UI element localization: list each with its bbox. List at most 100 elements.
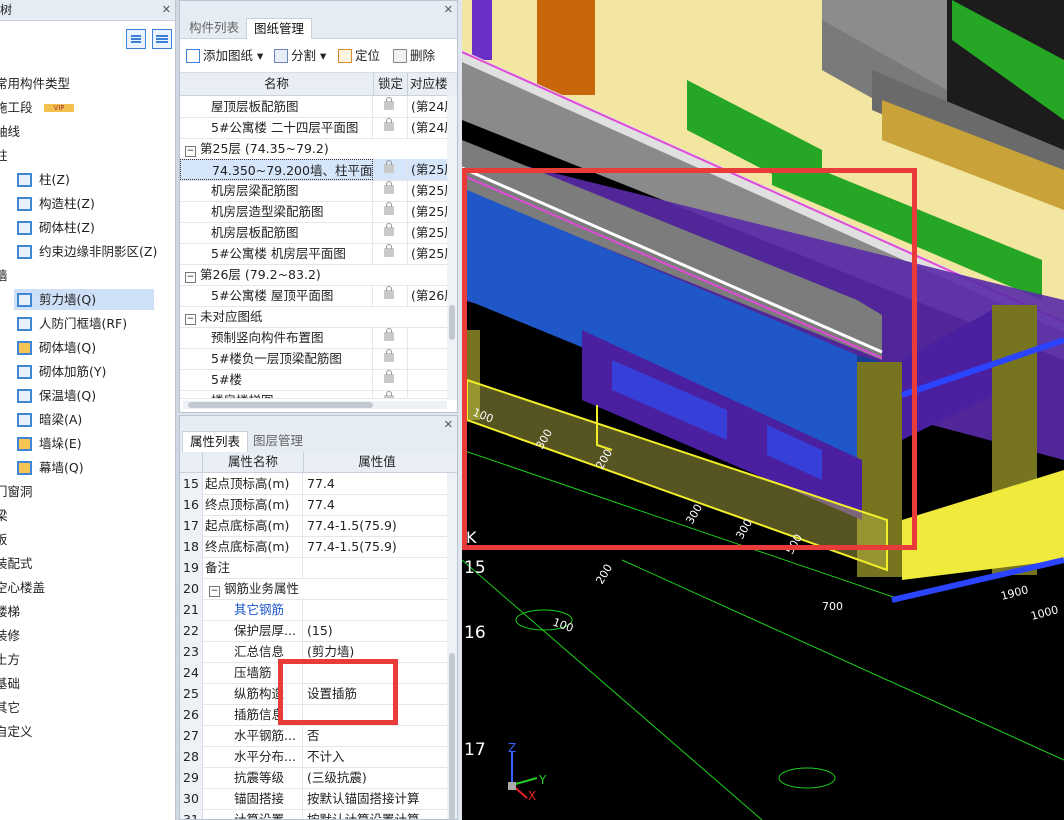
property-row[interactable]: 20− 钢筋业务属性 (180, 578, 448, 600)
list-view-icon[interactable] (126, 29, 146, 49)
detail-view-icon[interactable] (152, 29, 172, 49)
drawing-name-cell[interactable]: 5#楼负一层顶梁配筋图 (180, 348, 373, 369)
lock-cell[interactable] (373, 96, 408, 117)
tree-item[interactable]: 装修 (0, 625, 175, 647)
lock-cell[interactable] (373, 348, 408, 369)
property-row[interactable]: 15 起点顶标高(m) 77.4 (180, 473, 448, 495)
property-value[interactable]: 77.4 (307, 473, 447, 494)
drawing-name-cell[interactable]: 屋顶层板配筋图 (180, 96, 373, 117)
drawing-row[interactable]: 机房层板配筋图 (第25层 (180, 222, 451, 244)
floor-cell[interactable]: (第25层 (408, 159, 451, 180)
property-value[interactable]: (15) (307, 620, 447, 641)
property-row[interactable]: 30 锚固搭接 按默认锚固搭接计算 (180, 788, 448, 810)
tree-item[interactable]: 自定义 (0, 721, 175, 743)
drawing-row[interactable]: 屋顶层板配筋图 (第24层 (180, 96, 451, 118)
lock-cell[interactable] (373, 159, 408, 180)
floor-group-row[interactable]: − 第26层 (79.2~83.2) (180, 264, 448, 286)
property-row[interactable]: 22 保护层厚... (15) (180, 620, 448, 642)
close-icon[interactable]: ✕ (444, 418, 453, 431)
floor-cell[interactable]: (第25层 (408, 243, 451, 264)
property-value[interactable]: 不计入 (307, 746, 447, 767)
tree-item[interactable]: 板 (0, 529, 175, 551)
property-row[interactable]: 29 抗震等级 (三级抗震) (180, 767, 448, 789)
property-value[interactable]: 否 (307, 725, 447, 746)
property-row[interactable]: 28 水平分布... 不计入 (180, 746, 448, 768)
tree-item[interactable]: 楼梯 (0, 601, 175, 623)
floor-cell[interactable]: (第24层 (408, 117, 451, 138)
drawing-row[interactable]: 预制竖向构件布置图 (180, 327, 448, 349)
lock-cell[interactable] (373, 327, 408, 348)
drawing-name-cell[interactable]: 预制竖向构件布置图 (180, 327, 373, 348)
column-header-property-name[interactable]: 属性名称 (203, 452, 304, 472)
drawing-name-cell[interactable]: 机房层造型梁配筋图 (180, 201, 373, 222)
drawing-row[interactable]: 机房层造型梁配筋图 (第25层 (180, 201, 451, 223)
tree-item[interactable]: 剪力墙(Q) (0, 289, 175, 311)
delete-button[interactable]: 删除 (393, 47, 435, 65)
collapse-icon[interactable]: − (209, 586, 220, 597)
floor-cell[interactable]: (第26层 (408, 285, 451, 306)
property-value[interactable]: 按默认计算设置计算 (307, 809, 447, 819)
drawing-name-cell[interactable]: 74.350~79.200墙、柱平面... (180, 159, 373, 180)
property-row[interactable]: 18 终点底标高(m) 77.4-1.5(75.9) (180, 536, 448, 558)
tree-item[interactable]: 装配式 (0, 553, 175, 575)
property-row[interactable]: 27 水平钢筋... 否 (180, 725, 448, 747)
3d-viewport[interactable]: 100 300 200 300 300 200 100 500 700 1900… (462, 0, 1064, 820)
floor-cell[interactable]: (第25层 (408, 222, 451, 243)
drawing-row[interactable]: 5#楼负一层顶梁配筋图 (180, 348, 448, 370)
tree-item[interactable]: 梁 (0, 505, 175, 527)
drawing-horizontal-scrollbar[interactable] (183, 401, 447, 409)
tree-item[interactable]: 约束边缘非阴影区(Z) (0, 241, 175, 263)
tree-item[interactable]: 构造柱(Z) (0, 193, 175, 215)
scrollbar-thumb[interactable] (188, 402, 373, 408)
floor-cell[interactable]: (第24层 (408, 96, 451, 117)
collapse-icon[interactable]: − (185, 146, 196, 157)
property-row[interactable]: 16 终点顶标高(m) 77.4 (180, 494, 448, 516)
floor-group-row[interactable]: − 未对应图纸 (180, 306, 448, 328)
collapse-icon[interactable]: − (185, 272, 196, 283)
tree-item[interactable]: 人防门框墙(RF) (0, 313, 175, 335)
drawing-name-cell[interactable]: 机房层梁配筋图 (180, 180, 373, 201)
property-value[interactable]: 77.4 (307, 494, 447, 515)
tree-item[interactable]: 其它 (0, 697, 175, 719)
tab-component-list[interactable]: 构件列表 (182, 18, 246, 38)
property-value[interactable]: (三级抗震) (307, 767, 447, 788)
drawing-row[interactable]: 5#公寓楼 二十四层平面图 (第24层 (180, 117, 451, 139)
floor-group-row[interactable]: − 第25层 (74.35~79.2) (180, 138, 448, 160)
tree-item[interactable]: 轴线 (0, 121, 175, 143)
column-header-lock[interactable]: 锁定 (374, 73, 408, 95)
tree-item[interactable]: 基础 (0, 673, 175, 695)
lock-cell[interactable] (373, 180, 408, 201)
tree-item[interactable]: 幕墙(Q) (0, 457, 175, 479)
drawing-name-cell[interactable]: 5#公寓楼 二十四层平面图 (180, 117, 373, 138)
tree-item[interactable]: 常用构件类型 (0, 73, 175, 95)
tree-item[interactable]: 砌体柱(Z) (0, 217, 175, 239)
drawing-row[interactable]: 5#楼 (180, 369, 448, 391)
drawing-name-cell[interactable]: 机房层板配筋图 (180, 222, 373, 243)
tree-item[interactable]: 砌体墙(Q) (0, 337, 175, 359)
locate-button[interactable]: 定位 (338, 47, 380, 65)
close-icon[interactable]: ✕ (162, 0, 171, 20)
drawing-name-cell[interactable]: 楼房楼梯图 (180, 390, 373, 398)
floor-cell[interactable]: (第25层 (408, 201, 451, 222)
property-value[interactable]: 77.4-1.5(75.9) (307, 515, 447, 536)
tree-item[interactable]: 砌体加筋(Y) (0, 361, 175, 383)
drawing-row[interactable]: 74.350~79.200墙、柱平面... (第25层 (180, 159, 451, 181)
column-header-property-value[interactable]: 属性值 (307, 452, 447, 472)
property-vertical-scrollbar[interactable] (447, 473, 457, 819)
tree-item[interactable]: 柱 (0, 145, 175, 167)
column-header-name[interactable]: 名称 (180, 73, 374, 95)
scrollbar-thumb[interactable] (449, 305, 455, 340)
tree-item[interactable]: 柱(Z) (0, 169, 175, 191)
property-row[interactable]: 17 起点底标高(m) 77.4-1.5(75.9) (180, 515, 448, 537)
tree-item[interactable]: 墙垛(E) (0, 433, 175, 455)
drawing-name-cell[interactable]: 5#公寓楼 机房层平面图 (180, 243, 373, 264)
lock-cell[interactable] (373, 117, 408, 138)
tree-item[interactable]: 保温墙(Q) (0, 385, 175, 407)
drawing-vertical-scrollbar[interactable] (447, 95, 457, 400)
tree-item[interactable]: 墙 (0, 265, 175, 287)
lock-cell[interactable] (373, 201, 408, 222)
collapse-icon[interactable]: − (185, 314, 196, 325)
drawing-row[interactable]: 5#公寓楼 屋顶平面图 (第26层 (180, 285, 451, 307)
column-header-floor[interactable]: 对应楼 (408, 73, 450, 95)
tab-drawing-management[interactable]: 图纸管理 (246, 18, 313, 39)
